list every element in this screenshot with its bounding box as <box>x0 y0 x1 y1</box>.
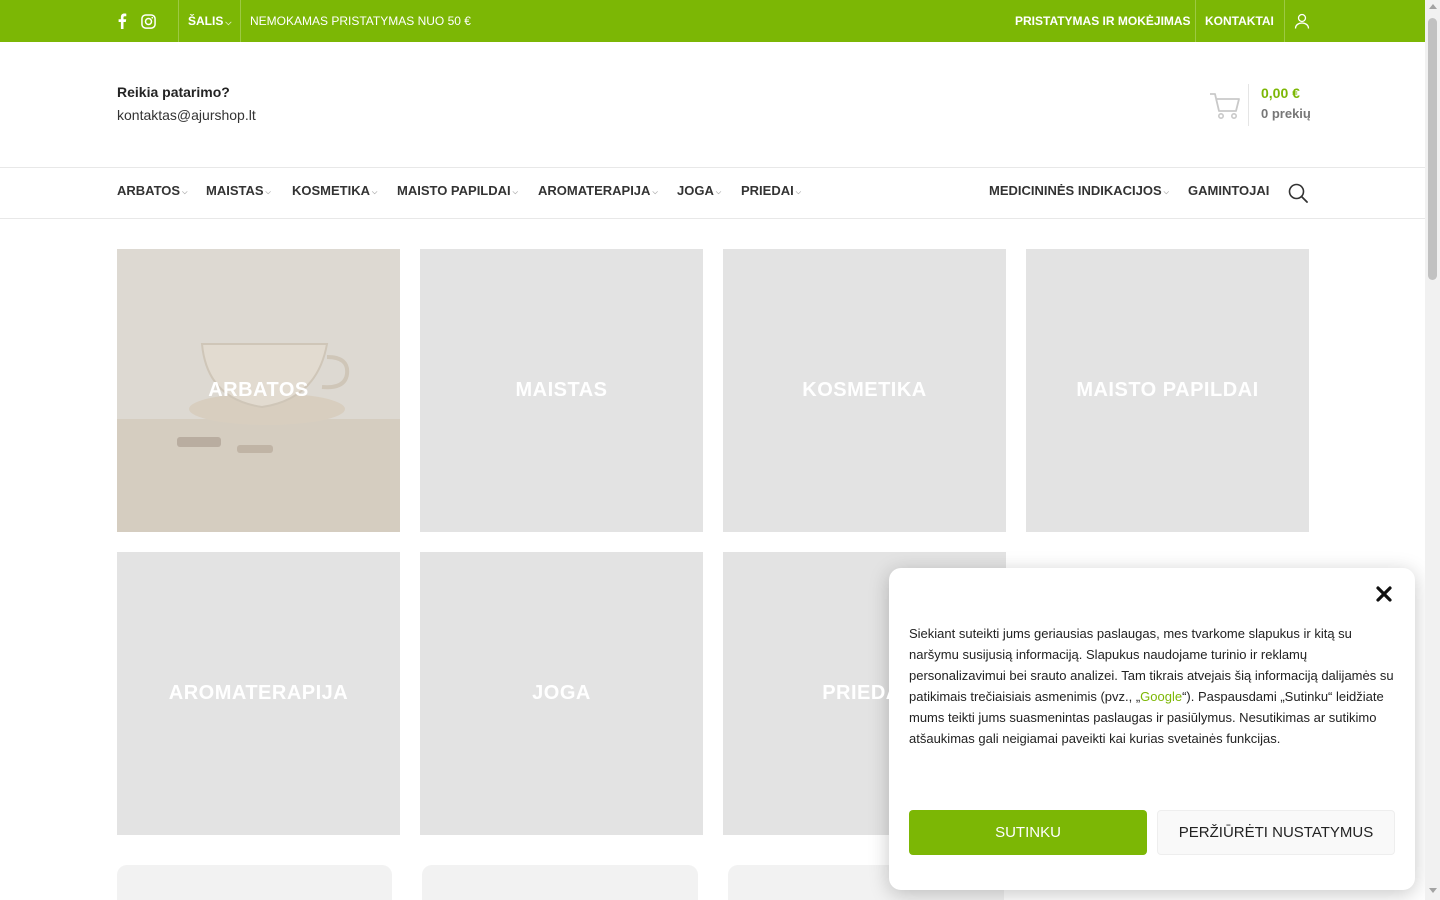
facebook-icon[interactable] <box>117 13 127 29</box>
nav-item-manufacturers[interactable]: GAMINTOJAI <box>1188 168 1269 218</box>
chevron-down-icon: ⌵ <box>1163 189 1169 196</box>
cart-total[interactable]: 0,00 € <box>1261 85 1300 101</box>
category-label: PRIEDAI <box>822 682 907 704</box>
scroll-down-arrow-icon[interactable] <box>1429 888 1437 893</box>
chevron-down-icon: ⌵ <box>265 189 271 196</box>
product-card[interactable] <box>117 865 392 900</box>
search-icon[interactable] <box>1288 183 1308 203</box>
top-bar: ŠALIS ⌵ NEMOKAMAS PRISTATYMAS NUO 50 € PR… <box>0 0 1425 42</box>
free-shipping-promo: NEMOKAMAS PRISTATYMAS NUO 50 € <box>250 14 471 28</box>
chevron-down-icon: ⌵ <box>182 189 188 196</box>
country-label: ŠALIS <box>188 14 224 28</box>
country-selector[interactable]: ŠALIS ⌵ <box>188 0 231 42</box>
google-link[interactable]: Google <box>1140 689 1182 704</box>
user-icon[interactable] <box>1294 13 1310 29</box>
chevron-down-icon: ⌵ <box>715 189 722 196</box>
nav-item-label: JOGA <box>677 183 714 198</box>
cookie-text: Siekiant suteikti jums geriausias paslau… <box>909 623 1399 749</box>
shipping-payment-link[interactable]: PRISTATYMAS IR MOKĖJIMAS <box>1015 0 1191 42</box>
nav-item-maisto-papildai[interactable]: MAISTO PAPILDAI ⌵ <box>397 168 518 218</box>
category-label: ARBATOS <box>208 379 309 401</box>
view-settings-button[interactable]: PERŽIŪRĖTI NUSTATYMUS <box>1157 810 1395 855</box>
instagram-icon[interactable] <box>141 13 156 29</box>
nav-item-maistas[interactable]: MAISTAS ⌵ <box>206 168 271 218</box>
contacts-link[interactable]: KONTAKTAI <box>1205 0 1274 42</box>
scroll-up-arrow-icon[interactable] <box>1429 4 1437 9</box>
nav-item-medical-indications[interactable]: MEDICININĖS INDIKACIJOS ⌵ <box>989 168 1169 218</box>
scrollbar-thumb[interactable] <box>1428 18 1437 280</box>
category-tile-kosmetika[interactable]: KOSMETIKA <box>723 249 1006 532</box>
chevron-down-icon: ⌵ <box>372 189 378 196</box>
category-tile-maisto-papildai[interactable]: MAISTO PAPILDAI <box>1026 249 1309 532</box>
cookie-consent-dialog: Siekiant suteikti jums geriausias paslau… <box>889 568 1415 890</box>
category-label: JOGA <box>532 682 591 704</box>
close-icon[interactable] <box>1375 585 1393 603</box>
divider <box>178 0 179 42</box>
nav-item-label: PRIEDAI <box>741 183 794 198</box>
category-tile-joga[interactable]: JOGA <box>420 552 703 835</box>
nav-item-arbatos[interactable]: ARBATOS ⌵ <box>117 168 187 218</box>
category-tile-maistas[interactable]: MAISTAS <box>420 249 703 532</box>
main-nav: ARBATOS ⌵ MAISTAS ⌵ KOSMETIKA ⌵ MAISTO PAPI… <box>0 168 1425 219</box>
social-links <box>117 0 177 42</box>
category-tile-arbatos[interactable]: ARBATOS <box>117 249 400 532</box>
category-label: MAISTAS <box>515 379 608 401</box>
cart-count[interactable]: 0 prekių <box>1261 106 1311 121</box>
page-scrollbar[interactable] <box>1425 0 1440 900</box>
nav-item-joga[interactable]: JOGA ⌵ <box>677 168 721 218</box>
nav-item-aromaterapija[interactable]: AROMATERAPIJA ⌵ <box>538 168 658 218</box>
chevron-down-icon: ⌵ <box>512 189 518 196</box>
nav-item-label: MAISTAS <box>206 183 264 198</box>
category-label: AROMATERAPIJA <box>168 682 349 704</box>
divider <box>240 0 241 42</box>
chevron-down-icon: ⌵ <box>225 18 232 27</box>
advice-title: Reikia patarimo? <box>117 84 230 100</box>
accept-cookies-button[interactable]: SUTINKU <box>909 810 1147 855</box>
category-tile-aromaterapija[interactable]: AROMATERAPIJA <box>117 552 400 835</box>
category-label: KOSMETIKA <box>802 379 927 401</box>
divider <box>1284 0 1285 42</box>
site-header: Reikia patarimo? kontaktas@ajurshop.lt 0… <box>0 42 1425 168</box>
nav-item-label: KOSMETIKA <box>292 183 370 198</box>
nav-item-label: ARBATOS <box>117 183 181 198</box>
nav-item-label: GAMINTOJAI <box>1188 183 1270 198</box>
nav-item-label: MAISTO PAPILDAI <box>397 183 511 198</box>
cart-icon[interactable] <box>1208 88 1242 122</box>
chevron-down-icon: ⌵ <box>652 189 658 196</box>
category-label: MAISTO PAPILDAI <box>1076 379 1259 401</box>
divider <box>1195 0 1196 42</box>
nav-item-label: AROMATERAPIJA <box>538 183 651 198</box>
contact-email-link[interactable]: kontaktas@ajurshop.lt <box>117 107 256 123</box>
product-card[interactable] <box>422 865 698 900</box>
chevron-down-icon: ⌵ <box>795 189 802 196</box>
nav-item-priedai[interactable]: PRIEDAI ⌵ <box>741 168 801 218</box>
nav-item-label: MEDICININĖS INDIKACIJOS <box>989 183 1162 198</box>
nav-item-kosmetika[interactable]: KOSMETIKA ⌵ <box>292 168 377 218</box>
divider <box>1248 84 1249 126</box>
